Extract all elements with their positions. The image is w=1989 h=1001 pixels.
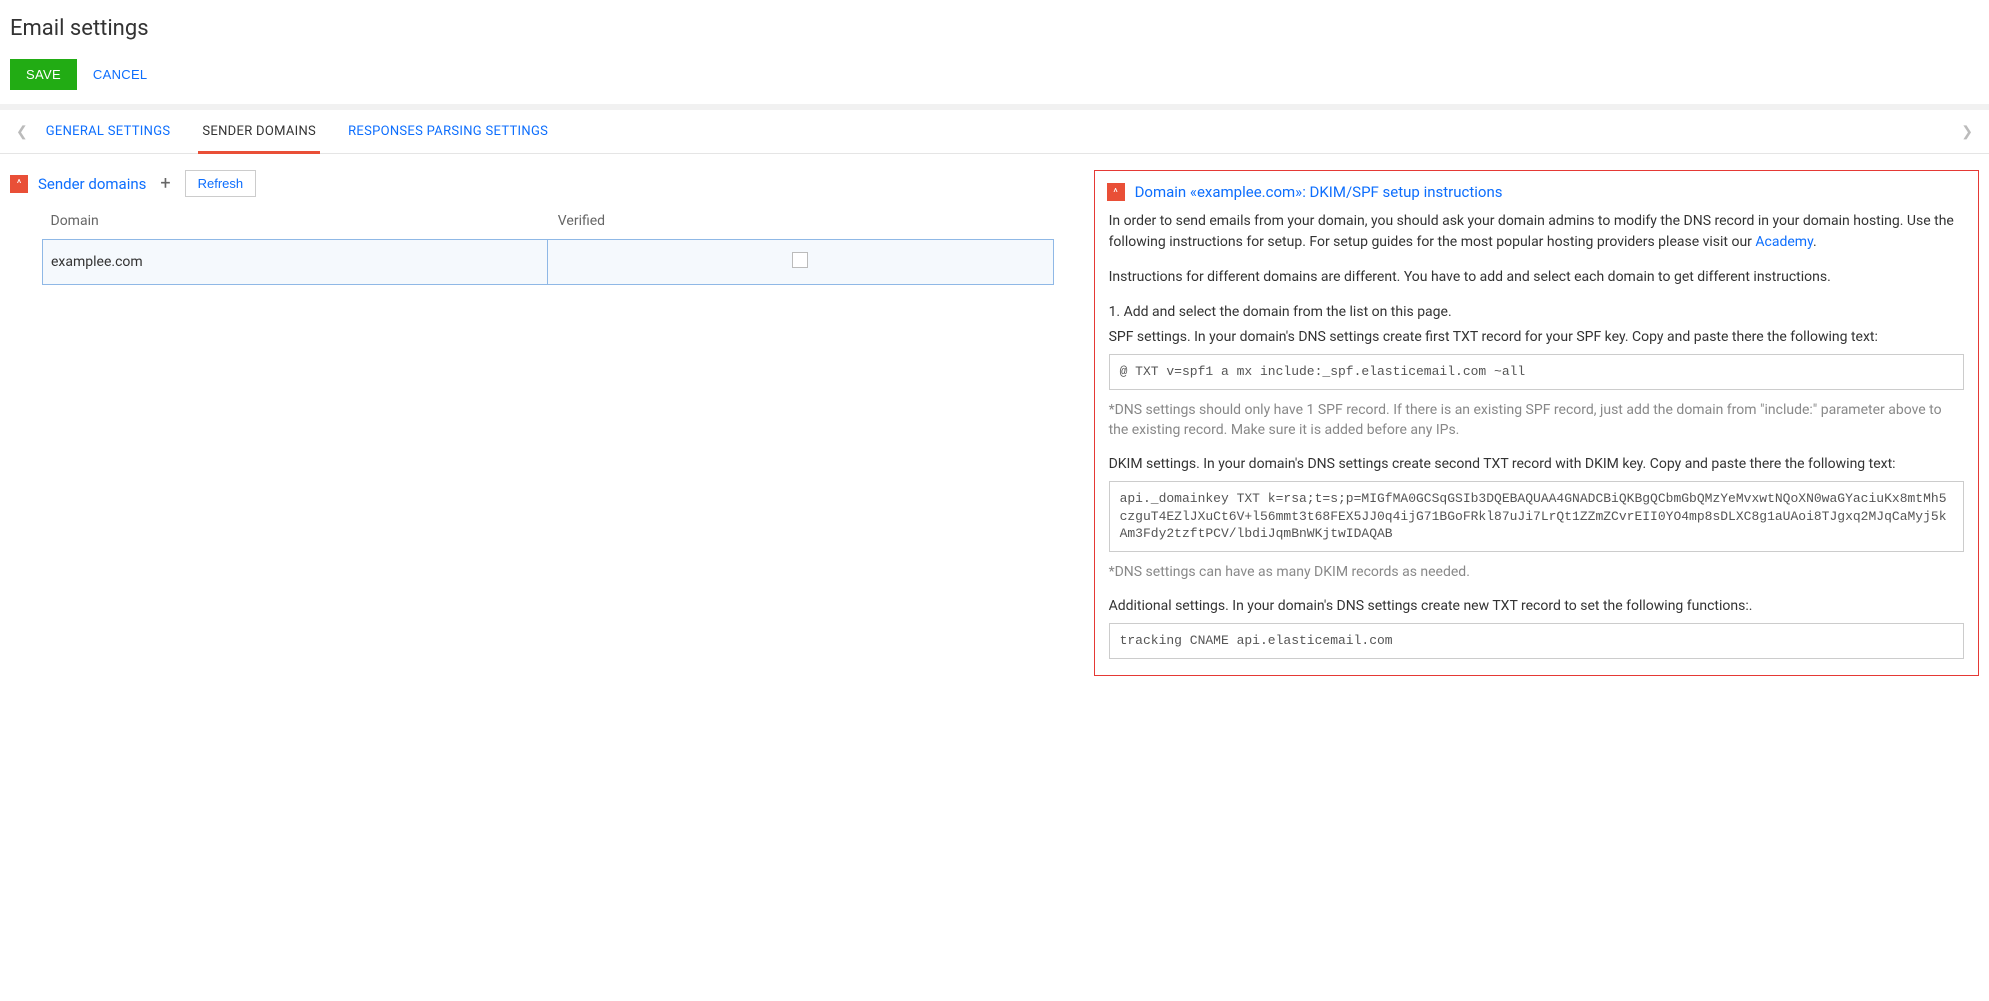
verified-checkbox[interactable]: [792, 252, 808, 268]
collapse-toggle-icon[interactable]: ^: [1107, 183, 1125, 201]
refresh-button[interactable]: Refresh: [185, 170, 257, 197]
instructions-title[interactable]: Domain «examplee.com»: DKIM/SPF setup in…: [1135, 183, 1503, 201]
table-header-verified: Verified: [548, 207, 1053, 240]
academy-link[interactable]: Academy: [1755, 234, 1813, 250]
dkim-note: *DNS settings can have as many DKIM reco…: [1109, 562, 1964, 582]
tab-sender-domains[interactable]: SENDER DOMAINS: [198, 110, 320, 154]
dkim-code-block[interactable]: api._domainkey TXT k=rsa;t=s;p=MIGfMA0GC…: [1109, 481, 1964, 552]
dkim-label: DKIM settings. In your domain's DNS sett…: [1109, 454, 1964, 475]
collapse-toggle-icon[interactable]: ^: [10, 175, 28, 193]
verified-cell: [548, 240, 1053, 285]
table-header-domain: Domain: [43, 207, 548, 240]
instructions-intro: In order to send emails from your domain…: [1109, 211, 1964, 253]
save-button[interactable]: SAVE: [10, 59, 77, 90]
domains-table: Domain Verified examplee.com: [42, 207, 1054, 285]
intro-text-end: .: [1813, 234, 1817, 250]
additional-code-block[interactable]: tracking CNAME api.elasticemail.com: [1109, 623, 1964, 659]
additional-label: Additional settings. In your domain's DN…: [1109, 596, 1964, 617]
tab-responses-parsing[interactable]: RESPONSES PARSING SETTINGS: [344, 110, 552, 154]
sender-domains-panel-title[interactable]: Sender domains: [38, 175, 146, 193]
spf-code-block[interactable]: @ TXT v=spf1 a mx include:_spf.elasticem…: [1109, 354, 1964, 390]
instructions-intro2: Instructions for different domains are d…: [1109, 267, 1964, 288]
chevron-right-icon[interactable]: ❯: [1955, 124, 1979, 140]
spf-label: SPF settings. In your domain's DNS setti…: [1109, 327, 1964, 348]
add-domain-icon[interactable]: +: [156, 173, 174, 194]
table-row[interactable]: examplee.com: [43, 240, 1054, 285]
instructions-step1: 1. Add and select the domain from the li…: [1109, 302, 1964, 323]
intro-text: In order to send emails from your domain…: [1109, 213, 1954, 250]
tab-general-settings[interactable]: GENERAL SETTINGS: [42, 110, 175, 154]
cancel-button[interactable]: CANCEL: [93, 67, 148, 82]
page-title: Email settings: [10, 16, 1979, 41]
instructions-panel: ^ Domain «examplee.com»: DKIM/SPF setup …: [1094, 170, 1979, 676]
spf-note: *DNS settings should only have 1 SPF rec…: [1109, 400, 1964, 441]
domain-cell: examplee.com: [43, 240, 548, 285]
chevron-left-icon[interactable]: ❮: [10, 124, 34, 140]
